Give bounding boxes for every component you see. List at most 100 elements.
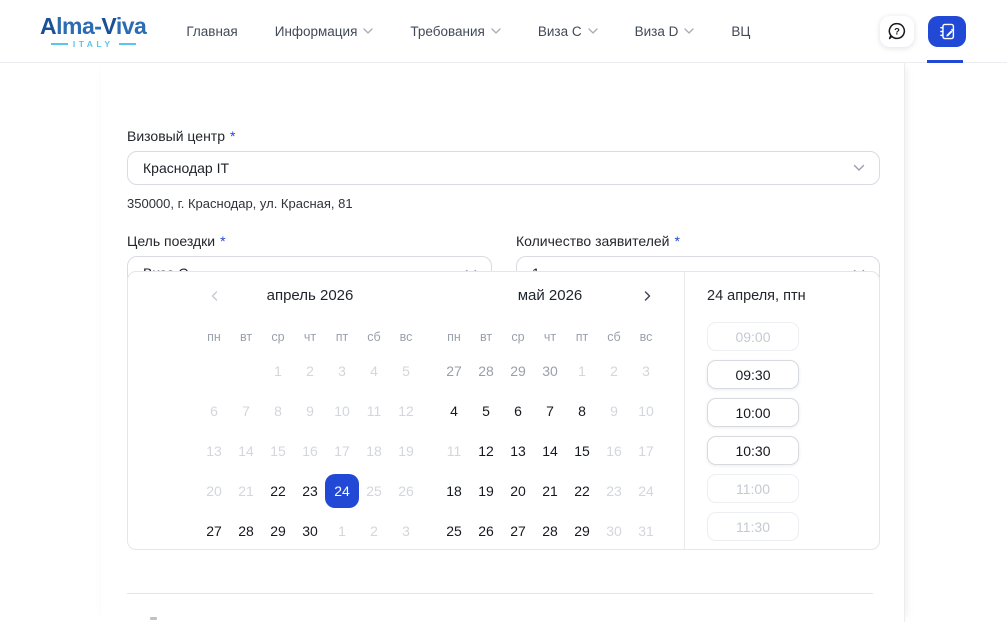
weekday-label: чт (294, 330, 326, 346)
day-cell[interactable]: 12 (470, 431, 502, 471)
day-cell[interactable]: 14 (534, 431, 566, 471)
day-cell: 17 (630, 431, 662, 471)
nav-item-label: Информация (275, 24, 358, 39)
day-cell: 16 (598, 431, 630, 471)
nav-item-информация[interactable]: Информация (275, 24, 374, 39)
day-cell: 3 (630, 351, 662, 391)
day-cell[interactable]: 26 (470, 511, 502, 550)
nav-item-главная[interactable]: Главная (186, 24, 237, 39)
day-cell[interactable]: 27 (502, 511, 534, 550)
navbar: Alma-Viva ITALY Главная Информация Требова… (0, 0, 1007, 63)
week-row: 11121314151617 (438, 431, 662, 471)
day-cell: 3 (390, 511, 422, 550)
day-cell: 2 (598, 351, 630, 391)
weekday-header-row: пнвтсрчтптсбвс (438, 330, 662, 346)
weekday-label: вт (230, 330, 262, 346)
day-cell: 30 (534, 351, 566, 391)
timeslot-button[interactable]: 10:00 (707, 398, 799, 427)
day-cell: 7 (230, 391, 262, 431)
nav-item-вц[interactable]: ВЦ (731, 24, 750, 39)
day-cell: 1 (566, 351, 598, 391)
day-cell[interactable]: 22 (262, 471, 294, 511)
day-cell: 21 (230, 471, 262, 511)
nav-item-требования[interactable]: Требования (410, 24, 500, 39)
timeslots-selected-date: 24 апреля, птн (707, 288, 879, 306)
day-cell-selected[interactable]: 24 (326, 471, 358, 511)
nav-item-label: Виза C (538, 24, 582, 39)
day-cell: 12 (390, 391, 422, 431)
week-row: 12345 (198, 351, 422, 391)
day-cell: 11 (358, 391, 390, 431)
week-row: 45678910 (438, 391, 662, 431)
nav-item-label: Требования (410, 24, 484, 39)
month-title: май 2026 (438, 285, 662, 307)
day-cell: 30 (598, 511, 630, 550)
weekday-label: сб (358, 330, 390, 346)
day-cell: 31 (630, 511, 662, 550)
visa-center-value: Краснодар IT (143, 160, 229, 176)
day-cell[interactable]: 6 (502, 391, 534, 431)
day-cell[interactable]: 29 (566, 511, 598, 550)
day-cell[interactable]: 23 (294, 471, 326, 511)
timeslot-button[interactable]: 10:30 (707, 436, 799, 465)
chevron-down-icon (491, 28, 501, 34)
visa-center-select[interactable]: Краснодар IT (127, 151, 880, 185)
day-cell: 6 (198, 391, 230, 431)
day-cell[interactable]: 22 (566, 471, 598, 511)
day-cell[interactable]: 4 (438, 391, 470, 431)
day-cell[interactable]: 13 (502, 431, 534, 471)
brand-logo[interactable]: Alma-Viva ITALY (40, 14, 146, 49)
day-cell: 1 (262, 351, 294, 391)
day-cell: 16 (294, 431, 326, 471)
day-cell[interactable]: 27 (198, 511, 230, 550)
brand-subtitle: ITALY (51, 39, 136, 49)
month-title: апрель 2026 (198, 285, 422, 307)
day-cell[interactable]: 15 (566, 431, 598, 471)
timeslots-panel: 24 апреля, птн 09:0009:3010:0010:3011:00… (685, 272, 879, 549)
week-row: 18192021222324 (438, 471, 662, 511)
content-panel: Визовый центр* Краснодар IT 350000, г. К… (101, 63, 905, 622)
nav-item-виза-c[interactable]: Виза C (538, 24, 598, 39)
weekday-label: чт (534, 330, 566, 346)
applicants-label: Количество заявителей* (516, 233, 680, 249)
timeslots-list: 09:0009:3010:0010:3011:0011:30 (707, 322, 879, 541)
chevron-down-icon (588, 28, 598, 34)
day-cell[interactable]: 25 (438, 511, 470, 550)
day-cell: 25 (358, 471, 390, 511)
week-row: 25262728293031 (438, 511, 662, 550)
day-cell[interactable]: 19 (470, 471, 502, 511)
day-cell[interactable]: 18 (438, 471, 470, 511)
day-cell[interactable]: 5 (470, 391, 502, 431)
required-asterisk: * (230, 128, 235, 144)
day-cell[interactable]: 21 (534, 471, 566, 511)
day-cell[interactable]: 28 (534, 511, 566, 550)
day-cell: 17 (326, 431, 358, 471)
help-chat-icon: ? (887, 21, 907, 41)
day-cell: 27 (438, 351, 470, 391)
required-asterisk: * (674, 233, 679, 249)
weekday-header-row: пнвтсрчтптсбвс (198, 330, 422, 346)
appointment-button[interactable] (928, 16, 966, 47)
weekday-label: ср (262, 330, 294, 346)
day-cell: 2 (294, 351, 326, 391)
day-cell: 23 (598, 471, 630, 511)
week-row: 6789101112 (198, 391, 422, 431)
nav-item-label: Виза D (635, 24, 679, 39)
weekday-label: вс (390, 330, 422, 346)
day-cell[interactable]: 28 (230, 511, 262, 550)
day-cell[interactable]: 20 (502, 471, 534, 511)
week-row: 27282930123 (438, 351, 662, 391)
help-button[interactable]: ? (880, 16, 914, 47)
day-cell: 10 (630, 391, 662, 431)
day-cell[interactable]: 7 (534, 391, 566, 431)
day-cell (198, 351, 230, 391)
chevron-down-icon (363, 28, 373, 34)
day-cell[interactable]: 8 (566, 391, 598, 431)
weekday-label: пн (198, 330, 230, 346)
nav-item-виза-d[interactable]: Виза D (635, 24, 695, 39)
day-cell[interactable]: 29 (262, 511, 294, 550)
day-cell: 18 (358, 431, 390, 471)
day-cell[interactable]: 30 (294, 511, 326, 550)
timeslot-button[interactable]: 09:30 (707, 360, 799, 389)
section-divider (127, 593, 873, 594)
